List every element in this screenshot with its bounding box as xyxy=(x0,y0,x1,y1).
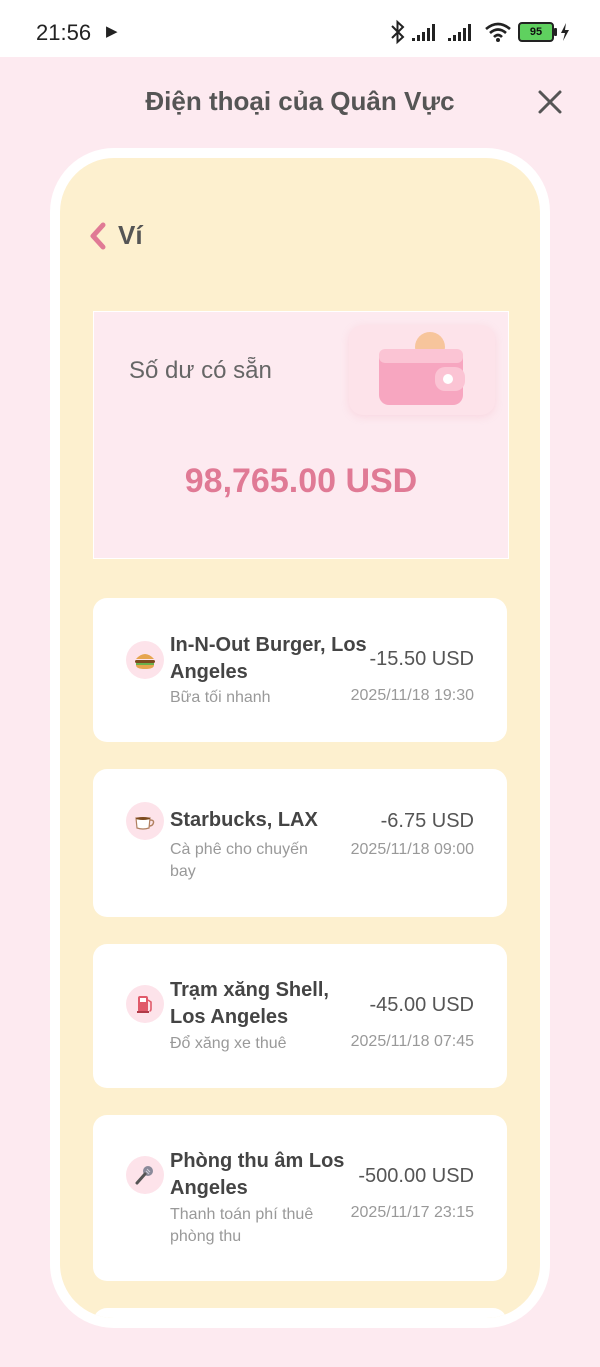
transaction-note: Bữa tối nhanh xyxy=(170,689,271,706)
status-icons: 95 xyxy=(390,18,570,46)
charging-icon xyxy=(561,23,569,41)
transaction-date: 2025/11/18 09:00 xyxy=(350,841,474,858)
transaction-merchant: In-N-Out Burger, Los Angeles xyxy=(170,634,367,683)
balance-label: Số dư có sẵn xyxy=(129,357,272,384)
battery-indicator: 95 xyxy=(518,22,557,42)
wallet-icon xyxy=(349,325,495,415)
transaction-card[interactable]: Phòng thu âm Los Angeles -500.00 USD Tha… xyxy=(93,1115,507,1281)
close-button[interactable] xyxy=(532,84,568,120)
wifi-icon xyxy=(485,22,511,42)
signal-icon xyxy=(412,24,435,41)
transaction-amount: -45.00 USD xyxy=(369,994,475,1016)
close-icon xyxy=(538,90,562,114)
microphone-icon xyxy=(126,1156,164,1194)
transaction-date: 2025/11/18 07:45 xyxy=(350,1033,474,1050)
phone-screen: Ví Số dư có sẵn 98,765.00 USD In-N-Out B… xyxy=(60,158,540,1318)
signal-icon xyxy=(448,24,471,41)
bluetooth-icon xyxy=(391,19,405,45)
transaction-amount: -15.50 USD xyxy=(369,648,475,670)
transaction-card[interactable]: In-N-Out Burger, Los Angeles -15.50 USD … xyxy=(93,598,507,742)
transaction-note: Cà phê cho chuyến bay xyxy=(170,841,308,880)
transaction-amount: -6.75 USD xyxy=(380,810,474,832)
status-time: 21:56 xyxy=(36,20,92,45)
transaction-card[interactable] xyxy=(93,1308,507,1318)
back-button[interactable]: Ví xyxy=(88,220,143,251)
transaction-merchant: Phòng thu âm Los Angeles xyxy=(170,1150,345,1199)
transaction-date: 2025/11/18 19:30 xyxy=(350,687,474,704)
transaction-note: Đổ xăng xe thuê xyxy=(170,1035,287,1052)
balance-amount: 98,765.00 USD xyxy=(184,462,418,500)
play-icon: ▶ xyxy=(106,23,118,40)
transaction-merchant: Trạm xăng Shell, Los Angeles xyxy=(170,979,329,1028)
transaction-amount: -500.00 USD xyxy=(358,1165,474,1187)
screen-title: Ví xyxy=(118,220,143,250)
transaction-merchant: Starbucks, LAX xyxy=(170,809,318,831)
transaction-card[interactable]: Starbucks, LAX -6.75 USD Cà phê cho chuy… xyxy=(93,769,507,917)
transaction-card[interactable]: Trạm xăng Shell, Los Angeles -45.00 USD … xyxy=(93,944,507,1088)
transaction-note: Thanh toán phí thuê phòng thu xyxy=(170,1206,314,1245)
burger-icon xyxy=(126,641,164,679)
chevron-left-icon xyxy=(90,222,106,249)
status-bar: 21:56 ▶ 95 xyxy=(0,0,600,57)
balance-card: Số dư có sẵn 98,765.00 USD xyxy=(93,311,509,559)
transaction-date: 2025/11/17 23:15 xyxy=(350,1204,474,1221)
fuel-pump-icon xyxy=(126,985,164,1023)
page-title: Điện thoại của Quân Vực xyxy=(145,86,455,116)
coffee-icon xyxy=(126,802,164,840)
